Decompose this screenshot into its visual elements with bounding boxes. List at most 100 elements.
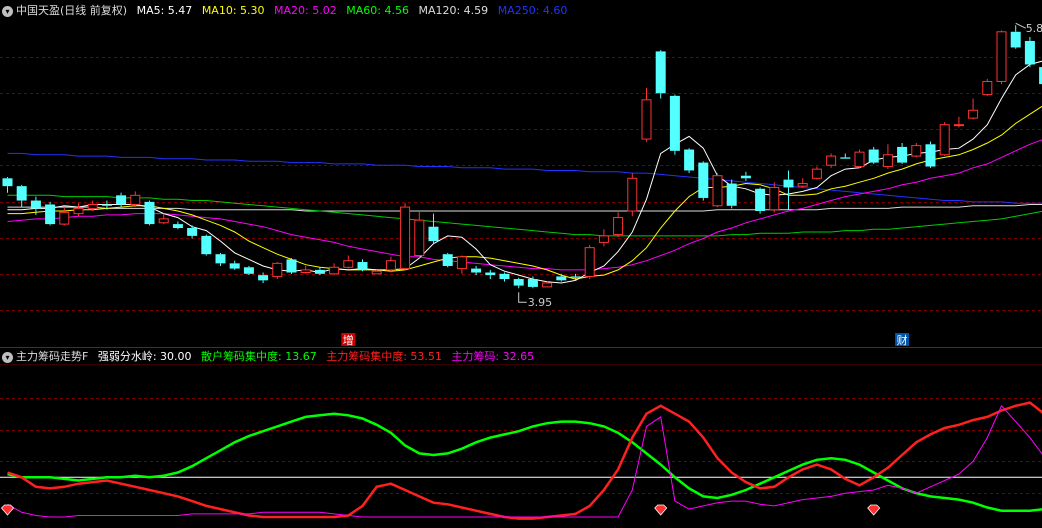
candle-body — [854, 151, 865, 168]
candle-body — [343, 260, 354, 268]
chevron-down-icon[interactable]: ▾ — [2, 351, 13, 363]
candle-body — [740, 175, 751, 179]
chart-title: 中国天盈(日线 前复权) — [16, 4, 128, 17]
candle-body — [272, 262, 283, 277]
candle-body — [584, 247, 595, 277]
candle-body — [201, 235, 212, 255]
candle-body — [158, 218, 169, 224]
legend-ma60: MA60: 4.56 — [346, 4, 409, 17]
indicator-series-0 — [7, 412, 1042, 512]
chevron-down-icon[interactable]: ▾ — [2, 5, 13, 17]
candle-body — [925, 144, 936, 167]
candle-body — [1024, 40, 1035, 65]
legend-ma10: MA10: 5.30 — [201, 4, 265, 17]
candle-body — [783, 179, 794, 188]
candle-body — [712, 175, 723, 207]
candle-body — [400, 206, 411, 270]
legend-ma5: MA5: 5.47 — [136, 4, 193, 17]
candle-body — [897, 146, 908, 163]
candle-body — [471, 268, 482, 273]
candle-body — [868, 149, 879, 163]
indicator-legend: ▾ 主力筹码走势F 强弱分水岭: 30.00 散户筹码集中度: 13.67 主力筹… — [2, 349, 540, 365]
candle-body — [16, 186, 27, 201]
candle-body — [499, 273, 510, 280]
candle-body — [371, 270, 382, 275]
candle-body — [811, 168, 822, 179]
candle-body — [215, 254, 226, 264]
candle-body — [45, 204, 56, 225]
candle-body — [357, 262, 368, 270]
candle-body — [442, 254, 453, 266]
candle-body — [698, 162, 709, 198]
annotation-leader — [1015, 22, 1026, 29]
stock-chart[interactable]: 5.83 3.95 增 财 — [0, 0, 1042, 528]
candle-body — [726, 183, 737, 206]
candle-body — [73, 207, 84, 215]
candle-body — [840, 157, 851, 159]
high-price-label: 5.83 — [1026, 22, 1042, 35]
candle-body — [996, 31, 1007, 82]
candle-body — [953, 124, 964, 127]
indicator-series-1 — [7, 401, 1042, 520]
candle-body — [627, 177, 638, 212]
candle-body — [613, 217, 624, 236]
candle-body — [655, 51, 666, 94]
candle-body — [570, 276, 581, 278]
candle-body — [456, 256, 467, 270]
candle-body — [385, 260, 396, 271]
legend-retail-concentration: 散户筹码集中度: 13.67 — [201, 350, 317, 363]
candle-body — [30, 200, 41, 209]
annotation-leader — [518, 292, 527, 303]
candle-body — [329, 266, 340, 275]
candle-body — [968, 109, 979, 119]
event-marker-label: 增 — [343, 333, 354, 347]
candle-body — [513, 279, 524, 286]
legend-ma20: MA20: 5.02 — [274, 4, 337, 17]
candle-body — [172, 224, 183, 229]
candle-body — [684, 149, 695, 171]
candle-body — [982, 80, 993, 96]
legend-threshold: 强弱分水岭: 30.00 — [97, 350, 192, 363]
candle-body — [116, 195, 127, 205]
ma60-line — [7, 194, 1042, 237]
candle-body — [826, 155, 837, 166]
candle-body — [144, 201, 155, 225]
candle-body — [59, 211, 70, 225]
candle-body — [414, 219, 425, 257]
candle-body — [1010, 31, 1021, 48]
candle-body — [797, 183, 808, 187]
candle-body — [542, 282, 553, 288]
main-chart-legend: ▾ 中国天盈(日线 前复权) MA5: 5.47 MA10: 5.30 MA20:… — [2, 3, 573, 19]
legend-ma250: MA250: 4.60 — [497, 4, 568, 17]
candle-body — [641, 99, 652, 140]
candle-body — [527, 279, 538, 287]
candle-body — [556, 276, 567, 281]
candle-body — [187, 228, 198, 236]
indicator-title: 主力筹码走势F — [16, 350, 89, 363]
diamond-icon — [0, 504, 15, 516]
candle-body — [300, 269, 311, 274]
candle-body — [243, 267, 254, 274]
candle-body — [755, 188, 766, 212]
candle-body — [939, 124, 950, 156]
legend-ma120: MA120: 4.59 — [418, 4, 489, 17]
candle-body — [882, 154, 893, 168]
legend-main-concentration: 主力筹码集中度: 53.51 — [326, 350, 442, 363]
candle-body — [258, 275, 269, 281]
candle-body — [598, 235, 609, 243]
low-price-label: 3.95 — [528, 296, 553, 309]
candle-body — [911, 145, 922, 157]
candle-body — [286, 259, 297, 273]
legend-main-chips: 主力筹码: 32.65 — [451, 350, 535, 363]
diamond-icon — [867, 504, 881, 516]
candle-body — [229, 263, 240, 269]
candle-body — [101, 204, 112, 206]
candle-body — [2, 178, 13, 187]
candle-body — [669, 95, 680, 151]
candle-body — [769, 186, 780, 211]
event-marker-label: 财 — [897, 333, 908, 347]
diamond-icon — [654, 504, 668, 516]
candle-body — [485, 272, 496, 276]
candle-body — [428, 226, 439, 242]
candle-body — [314, 269, 325, 274]
